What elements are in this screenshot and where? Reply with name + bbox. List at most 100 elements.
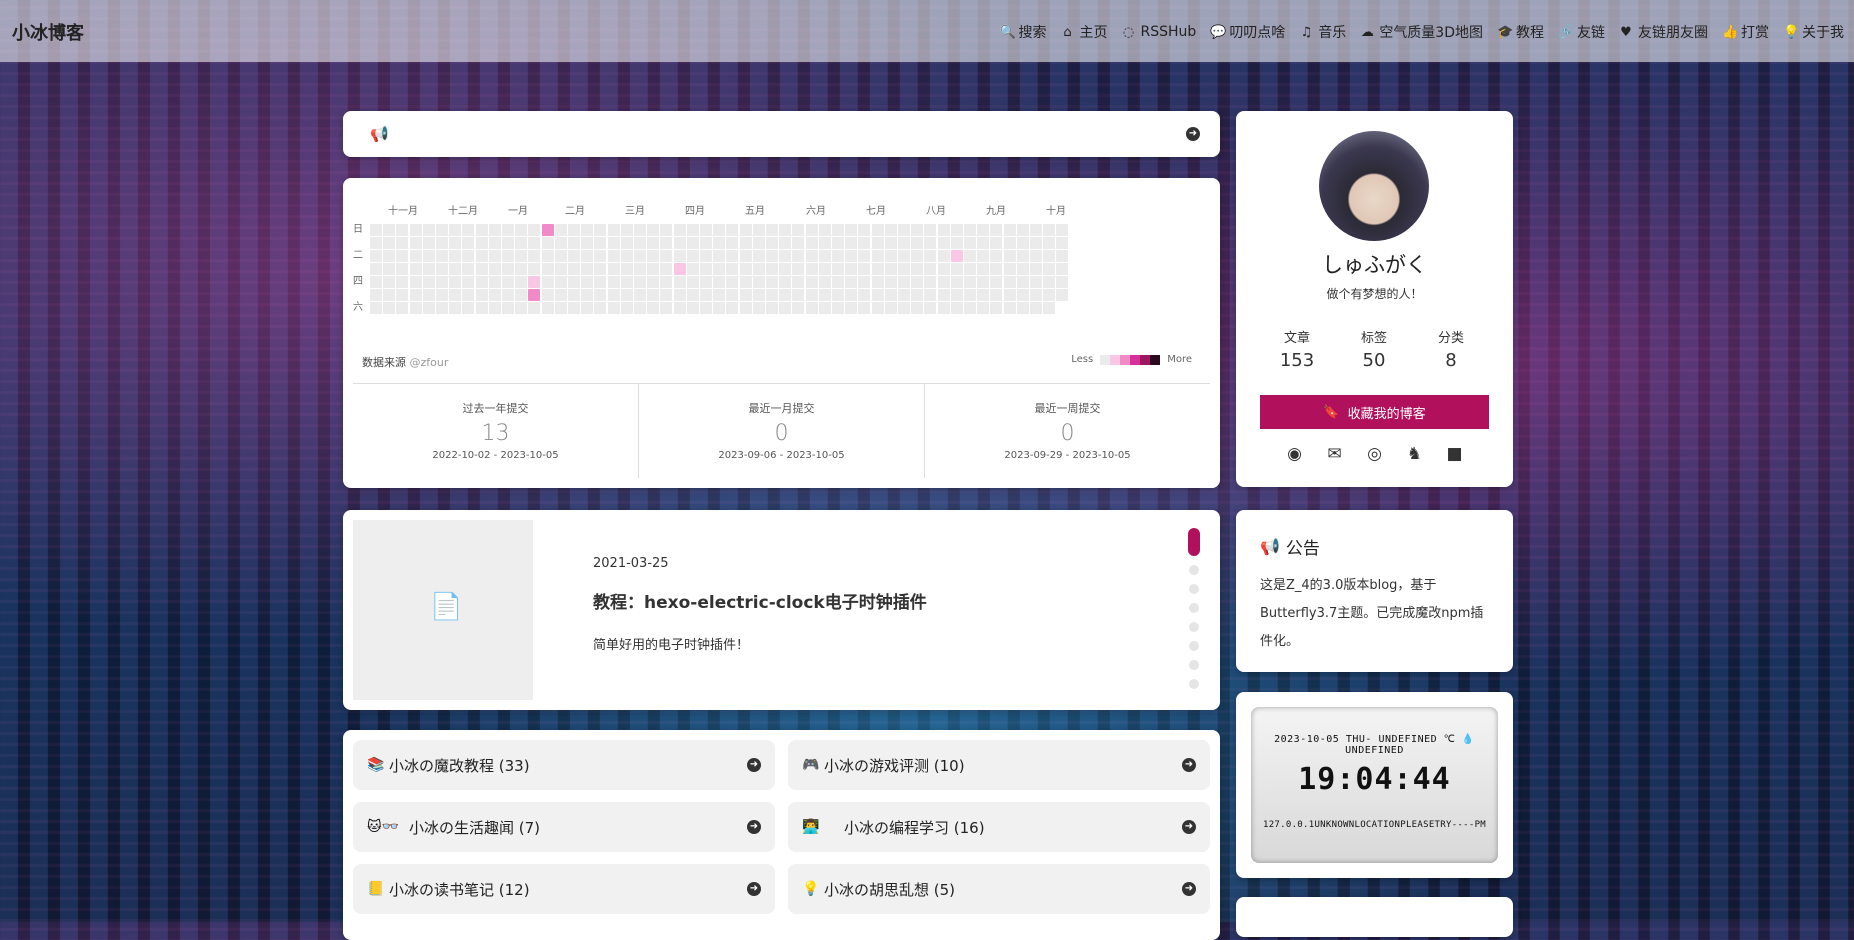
contribution-cell[interactable]	[607, 237, 620, 249]
category-item[interactable]: 💡 小冰の胡思乱想 (5) ➜	[788, 864, 1210, 914]
contribution-cell[interactable]	[871, 302, 884, 314]
contribution-cell[interactable]	[634, 263, 646, 275]
contribution-cell[interactable]	[1003, 224, 1016, 236]
contribution-cell[interactable]	[686, 302, 699, 314]
contribution-cell[interactable]	[1030, 250, 1042, 262]
contribution-cell[interactable]	[858, 289, 871, 301]
carousel-dot[interactable]	[1189, 584, 1199, 594]
contribution-cell[interactable]	[568, 263, 580, 275]
contribution-cell[interactable]	[515, 276, 528, 288]
contribution-cell[interactable]	[898, 250, 910, 262]
contribution-cell[interactable]	[845, 302, 858, 314]
nav-item-1[interactable]: ⌂ 主页	[1061, 22, 1107, 42]
contribution-cell[interactable]	[396, 250, 409, 262]
carousel-dot[interactable]	[1189, 565, 1199, 575]
contribution-cell[interactable]	[541, 237, 554, 249]
contribution-cell[interactable]	[370, 224, 382, 236]
contribution-cell[interactable]	[884, 250, 897, 262]
email-icon[interactable]: ✉	[1325, 444, 1345, 464]
contribution-cell[interactable]	[607, 250, 620, 262]
contribution-cell[interactable]	[581, 224, 594, 236]
nav-item-3[interactable]: 💬 叨叨点啥	[1210, 22, 1285, 42]
contribution-cell[interactable]	[700, 302, 712, 314]
contribution-cell[interactable]	[964, 276, 976, 288]
contribution-cell[interactable]	[1003, 237, 1016, 249]
nav-item-6[interactable]: 🎓 教程	[1497, 22, 1544, 42]
contribution-cell[interactable]	[845, 289, 858, 301]
contribution-cell[interactable]	[515, 289, 528, 301]
contribution-cell[interactable]	[818, 250, 831, 262]
contribution-cell[interactable]	[1030, 276, 1042, 288]
carousel-dot[interactable]	[1188, 528, 1200, 556]
contribution-cell[interactable]	[964, 224, 976, 236]
contribution-cell[interactable]	[911, 237, 924, 249]
contribution-cell[interactable]	[858, 276, 871, 288]
contribution-cell[interactable]	[1056, 237, 1069, 249]
category-item[interactable]: 🐱👓 小冰の生活趣闻 (7) ➜	[353, 802, 775, 852]
nav-item-5[interactable]: ☁ 空气质量3D地图	[1360, 22, 1483, 42]
contribution-cell[interactable]	[871, 263, 884, 275]
contribution-cell[interactable]	[977, 263, 990, 275]
contribution-cell[interactable]	[713, 276, 726, 288]
contribution-cell[interactable]	[475, 250, 488, 262]
contribution-cell[interactable]	[396, 302, 409, 314]
contribution-cell[interactable]	[370, 263, 382, 275]
contribution-cell[interactable]	[607, 224, 620, 236]
contribution-cell[interactable]	[924, 289, 937, 301]
contribution-cell[interactable]	[436, 276, 448, 288]
contribution-cell[interactable]	[396, 263, 409, 275]
contribution-cell[interactable]	[898, 289, 910, 301]
contribution-cell[interactable]	[686, 250, 699, 262]
contribution-cell[interactable]	[528, 276, 541, 288]
contribution-cell[interactable]	[752, 263, 765, 275]
contribution-cell[interactable]	[528, 263, 541, 275]
contribution-cell[interactable]	[370, 302, 382, 314]
contribution-cell[interactable]	[1016, 237, 1029, 249]
contribution-cell[interactable]	[383, 250, 396, 262]
nav-item-8[interactable]: ♥ 友链朋友圈	[1619, 22, 1708, 42]
contribution-cell[interactable]	[726, 250, 739, 262]
contribution-cell[interactable]	[541, 224, 554, 236]
contribution-cell[interactable]	[581, 263, 594, 275]
contribution-cell[interactable]	[515, 302, 528, 314]
contribution-cell[interactable]	[462, 250, 475, 262]
contribution-cell[interactable]	[568, 276, 580, 288]
contribution-cell[interactable]	[528, 250, 541, 262]
contribution-cell[interactable]	[488, 302, 501, 314]
stat-articles[interactable]: 文章 153	[1262, 327, 1332, 371]
contribution-cell[interactable]	[792, 276, 805, 288]
contribution-cell[interactable]	[528, 224, 541, 236]
contribution-cell[interactable]	[1003, 302, 1016, 314]
contribution-cell[interactable]	[884, 302, 897, 314]
contribution-cell[interactable]	[1056, 224, 1069, 236]
carousel-dot[interactable]	[1189, 622, 1199, 632]
contribution-cell[interactable]	[383, 289, 396, 301]
contribution-cell[interactable]	[739, 237, 752, 249]
contribution-cell[interactable]	[700, 276, 712, 288]
contribution-cell[interactable]	[634, 289, 646, 301]
contribution-cell[interactable]	[990, 276, 1003, 288]
contribution-cell[interactable]	[911, 250, 924, 262]
contribution-cell[interactable]	[607, 276, 620, 288]
contribution-cell[interactable]	[818, 276, 831, 288]
contribution-cell[interactable]	[475, 289, 488, 301]
contribution-cell[interactable]	[383, 302, 396, 314]
avatar[interactable]	[1319, 131, 1429, 241]
bookmark-button[interactable]: 🔖 收藏我的博客	[1260, 395, 1489, 429]
contribution-cell[interactable]	[1030, 263, 1042, 275]
contribution-cell[interactable]	[620, 263, 633, 275]
contribution-cell[interactable]	[660, 237, 673, 249]
contribution-cell[interactable]	[766, 224, 778, 236]
contribution-cell[interactable]	[990, 224, 1003, 236]
contribution-cell[interactable]	[422, 237, 435, 249]
contribution-cell[interactable]	[1043, 302, 1056, 314]
contribution-cell[interactable]	[673, 224, 686, 236]
contribution-cell[interactable]	[383, 263, 396, 275]
contribution-cell[interactable]	[964, 250, 976, 262]
contribution-cell[interactable]	[1043, 289, 1056, 301]
contribution-cell[interactable]	[937, 276, 950, 288]
contribution-cell[interactable]	[832, 224, 844, 236]
contribution-cell[interactable]	[713, 263, 726, 275]
arrow-right-icon[interactable]: ➜	[1186, 127, 1200, 141]
contribution-cell[interactable]	[911, 224, 924, 236]
